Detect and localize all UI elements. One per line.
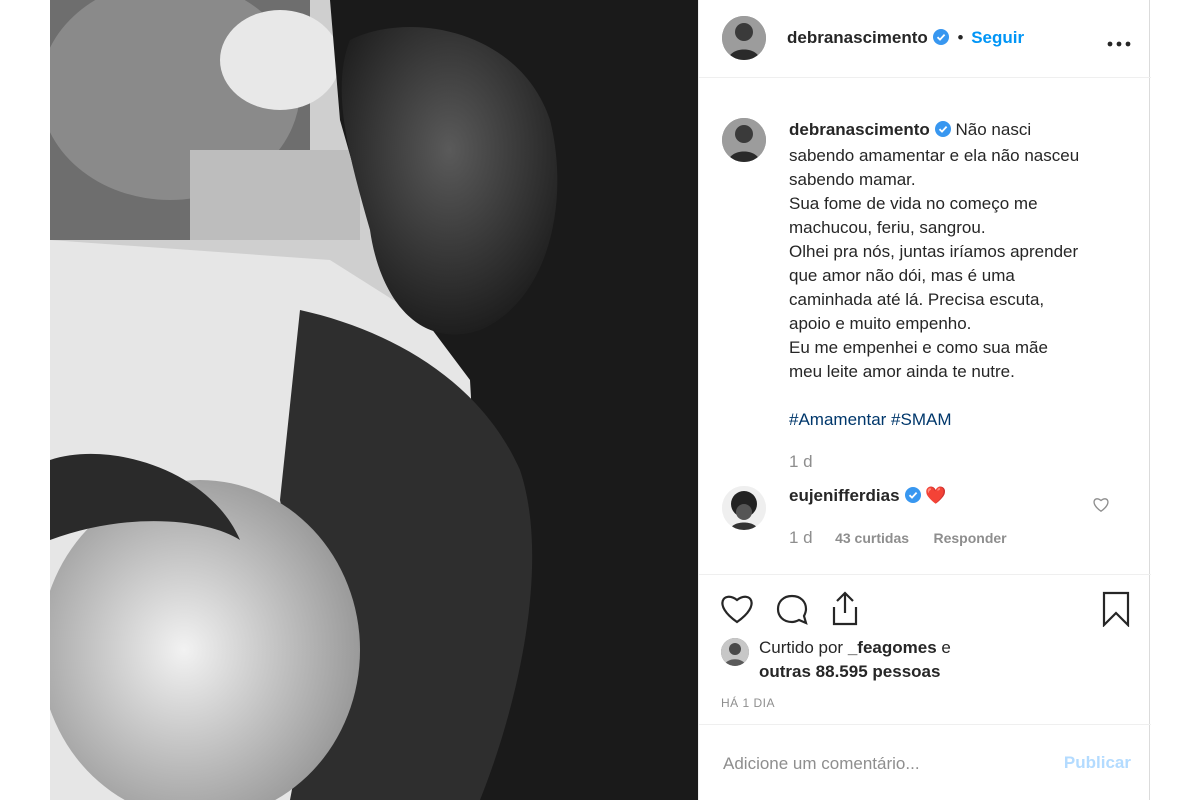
publish-button[interactable]: Publicar (1064, 753, 1131, 773)
post-caption: debranascimento Não nasci sabendo amamen… (789, 118, 1119, 474)
caption-line: Eu me empenhei e como sua mãe (789, 338, 1048, 357)
comment-input[interactable] (721, 749, 1045, 779)
caption-author-avatar-image (722, 118, 766, 162)
comment-row: eujenifferdias ❤️ (789, 484, 946, 510)
add-comment-bar: Publicar (699, 724, 1151, 800)
likes-mid: e (936, 638, 951, 657)
caption-line: Não nasci (955, 120, 1032, 139)
caption-age[interactable]: 1 d (789, 450, 1119, 474)
comment-like-heart-icon[interactable] (1093, 497, 1109, 517)
author-avatar-image (722, 16, 766, 60)
follow-button[interactable]: Seguir (971, 28, 1024, 47)
liker-username[interactable]: _feagomes (848, 638, 937, 657)
caption-verified-badge-icon (934, 120, 951, 144)
like-heart-icon[interactable] (720, 593, 754, 630)
likes-others-link[interactable]: outras 88.595 pessoas (759, 660, 951, 684)
caption-line: caminhada até lá. Precisa escuta, (789, 290, 1045, 309)
author-username[interactable]: debranascimento (787, 28, 928, 47)
bookmark-icon[interactable] (1101, 591, 1131, 632)
liker-avatar[interactable] (721, 638, 749, 666)
likes-summary: Curtido por _feagomes e outras 88.595 pe… (759, 636, 951, 684)
post-timestamp[interactable]: HÁ 1 DIA (721, 696, 775, 710)
caption-line: sabendo amamentar e ela não nasceu (789, 146, 1080, 165)
comment-bubble-icon[interactable] (775, 593, 809, 632)
post-actions-bar (699, 574, 1151, 628)
share-icon[interactable] (829, 591, 861, 632)
caption-username[interactable]: debranascimento (789, 120, 930, 139)
comment-age[interactable]: 1 d (789, 528, 813, 547)
commenter-verified-badge-icon (904, 486, 921, 510)
caption-line: que amor não dói, mas é uma (789, 266, 1015, 285)
caption-line: Sua fome de vida no começo me (789, 194, 1038, 213)
commenter-avatar-image (722, 486, 766, 530)
comment-likes-count[interactable]: 43 curtidas (835, 530, 909, 546)
post-side-panel: debranascimento • Seguir debranascimento… (698, 0, 1151, 800)
caption-line: apoio e muito empenho. (789, 314, 972, 333)
caption-hashtags[interactable]: #Amamentar #SMAM (789, 408, 1119, 432)
author-avatar[interactable] (722, 16, 766, 60)
caption-line: machucou, feriu, sangrou. (789, 218, 986, 237)
caption-line: Olhei pra nós, juntas iríamos aprender (789, 242, 1079, 261)
liker-avatar-image (721, 638, 749, 666)
comment-meta: 1 d 43 curtidas Responder (789, 528, 1007, 548)
post-photo[interactable] (50, 0, 698, 800)
commenter-username[interactable]: eujenifferdias (789, 486, 900, 505)
post-header: debranascimento • Seguir (699, 0, 1151, 78)
comment-reply-button[interactable]: Responder (933, 530, 1006, 546)
commenter-avatar[interactable] (722, 486, 766, 530)
likes-prefix: Curtido por (759, 638, 848, 657)
comment-text: ❤️ (925, 486, 947, 505)
caption-line: sabendo mamar. (789, 170, 916, 189)
post-photo-art (50, 0, 698, 800)
caption-author-avatar[interactable] (722, 118, 766, 162)
caption-line: meu leite amor ainda te nutre. (789, 362, 1015, 381)
header-separator: • (957, 28, 964, 47)
verified-badge-icon (932, 29, 949, 50)
more-options-icon[interactable] (1107, 35, 1131, 53)
